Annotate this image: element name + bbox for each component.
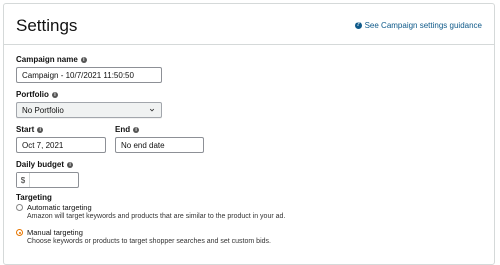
- info-icon[interactable]: i: [51, 91, 58, 98]
- guidance-link-text: See Campaign settings guidance: [364, 21, 482, 30]
- daily-budget-label: Daily budget i: [16, 160, 74, 169]
- manual-targeting-radio[interactable]: [16, 229, 23, 236]
- info-icon[interactable]: i: [37, 126, 44, 133]
- info-icon[interactable]: i: [80, 56, 87, 63]
- targeting-label: Targeting: [16, 193, 52, 202]
- campaign-name-value: Campaign - 10/7/2021 11:50:50: [22, 70, 134, 80]
- campaign-name-label-text: Campaign name: [16, 55, 78, 64]
- daily-budget-label-text: Daily budget: [16, 160, 65, 169]
- automatic-targeting-radio[interactable]: [16, 204, 23, 211]
- end-date-value: No end date: [121, 140, 165, 150]
- end-label: End i: [115, 125, 140, 134]
- chevron-down-icon: [149, 108, 155, 112]
- end-date-input[interactable]: No end date: [115, 137, 204, 153]
- currency-prefix: $: [17, 173, 30, 187]
- automatic-targeting-description: Amazon will target keywords and products…: [27, 213, 286, 220]
- info-icon[interactable]: i: [67, 161, 74, 168]
- campaign-settings-guidance-link[interactable]: ? See Campaign settings guidance: [354, 21, 482, 30]
- automatic-targeting-title: Automatic targeting: [27, 203, 92, 212]
- manual-targeting-option[interactable]: Manual targeting Choose keywords or prod…: [16, 228, 271, 247]
- campaign-name-input[interactable]: Campaign - 10/7/2021 11:50:50: [16, 67, 162, 83]
- portfolio-selected-value: No Portfolio: [22, 105, 64, 115]
- start-label: Start i: [16, 125, 44, 134]
- campaign-name-label: Campaign name i: [16, 55, 87, 64]
- daily-budget-input[interactable]: [30, 173, 78, 187]
- start-date-value: Oct 7, 2021: [22, 140, 64, 150]
- manual-targeting-description: Choose keywords or products to target sh…: [27, 238, 271, 245]
- manual-targeting-text: Manual targeting Choose keywords or prod…: [27, 228, 271, 247]
- portfolio-label: Portfolio i: [16, 90, 58, 99]
- automatic-targeting-option[interactable]: Automatic targeting Amazon will target k…: [16, 203, 285, 222]
- info-icon[interactable]: i: [133, 126, 140, 133]
- end-label-text: End: [115, 125, 131, 134]
- portfolio-label-text: Portfolio: [16, 90, 49, 99]
- page-title: Settings: [16, 16, 78, 35]
- start-label-text: Start: [16, 125, 35, 134]
- help-circle-icon: ?: [354, 22, 362, 29]
- portfolio-select[interactable]: No Portfolio: [16, 102, 162, 118]
- automatic-targeting-text: Automatic targeting Amazon will target k…: [27, 203, 285, 222]
- daily-budget-field: $: [16, 172, 79, 188]
- settings-header: Settings ? See Campaign settings guidanc…: [4, 4, 494, 45]
- targeting-label-text: Targeting: [16, 193, 52, 202]
- start-date-input[interactable]: Oct 7, 2021: [16, 137, 106, 153]
- settings-card: Settings ? See Campaign settings guidanc…: [3, 3, 495, 265]
- manual-targeting-title: Manual targeting: [27, 228, 83, 237]
